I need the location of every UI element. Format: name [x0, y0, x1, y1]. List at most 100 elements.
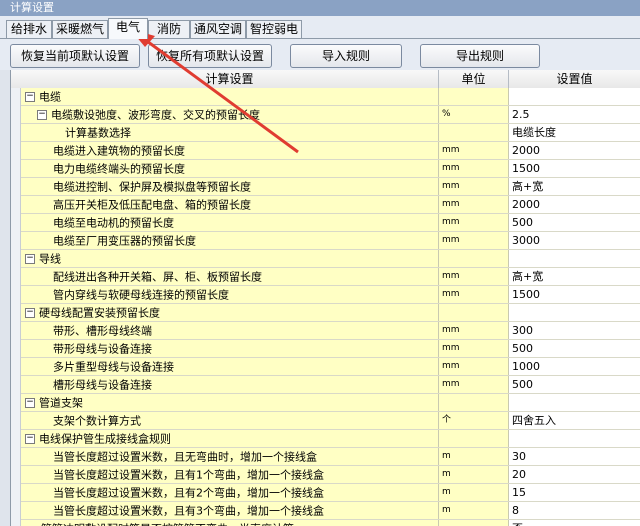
setting-name-cell[interactable]: − 硬母线配置安装预留长度 — [21, 304, 439, 321]
setting-row[interactable]: 电力电缆终端头的预留长度 mm 1500 — [11, 160, 640, 178]
setting-name-cell[interactable]: 带形、槽形母线终端 — [21, 322, 439, 339]
collapse-icon[interactable]: − — [25, 92, 35, 102]
column-header-unit[interactable]: 单位 — [439, 70, 509, 88]
value-cell[interactable] — [509, 88, 640, 105]
setting-name-cell[interactable]: 管管冲明敷设配时符是否按管管不弯曲，半直度计算 — [21, 520, 439, 526]
value-cell[interactable] — [509, 304, 640, 321]
column-header-name[interactable]: 计算设置 — [21, 70, 439, 88]
group-row[interactable]: − 硬母线配置安装预留长度 — [11, 304, 640, 322]
group-row[interactable]: − 电缆敷设弛度、波形弯度、交叉的预留长度% 2.5 — [11, 106, 640, 124]
group-row[interactable]: − 导线 — [11, 250, 640, 268]
row-gutter — [11, 232, 21, 250]
tab-hvac[interactable]: 通风空调 — [190, 20, 246, 38]
value-cell[interactable]: 1500 — [509, 286, 640, 303]
setting-name-label: 多片重型母线与设备连接 — [53, 360, 174, 374]
setting-row[interactable]: 计算基数选择 电缆长度 — [11, 124, 640, 142]
setting-name-cell[interactable]: 当管长度超过设置米数，且无弯曲时，增加一个接线盒 — [21, 448, 439, 465]
tab-strip: 给排水 采暖燃气 电气 消防 通风空调 智控弱电 — [0, 18, 640, 39]
row-gutter — [11, 304, 21, 322]
row-gutter — [11, 376, 21, 394]
setting-row[interactable]: 管内穿线与软硬母线连接的预留长度 mm 1500 — [11, 286, 640, 304]
value-cell[interactable]: 2.5 — [509, 106, 640, 123]
setting-name-cell[interactable]: 电缆进入建筑物的预留长度 — [21, 142, 439, 159]
setting-name-cell[interactable]: 带形母线与设备连接 — [21, 340, 439, 357]
setting-name-cell[interactable]: 计算基数选择 — [21, 124, 439, 141]
setting-name-cell[interactable]: 当管长度超过设置米数，且有1个弯曲，增加一个接线盒 — [21, 466, 439, 483]
value-cell[interactable]: 3000 — [509, 232, 640, 249]
value-cell[interactable] — [509, 394, 640, 411]
value-cell[interactable]: 1000 — [509, 358, 640, 375]
setting-row[interactable]: 电缆进控制、保护屏及模拟盘等预留长度 mm 高+宽 — [11, 178, 640, 196]
tab-water[interactable]: 给排水 — [6, 20, 52, 38]
setting-name-cell[interactable]: 支架个数计算方式 — [21, 412, 439, 429]
setting-row[interactable]: 多片重型母线与设备连接 mm 1000 — [11, 358, 640, 376]
value-cell[interactable]: 8 — [509, 502, 640, 519]
setting-row[interactable]: 带形、槽形母线终端 mm 300 — [11, 322, 640, 340]
setting-name-cell[interactable]: 电力电缆终端头的预留长度 — [21, 160, 439, 177]
value-cell[interactable]: 电缆长度 — [509, 124, 640, 141]
setting-name-cell[interactable]: − 导线 — [21, 250, 439, 267]
export-rules-button[interactable]: 导出规则 — [420, 44, 540, 68]
setting-row[interactable]: 电缆至电动机的预留长度 mm 500 — [11, 214, 640, 232]
setting-row[interactable]: 槽形母线与设备连接 mm 500 — [11, 376, 640, 394]
setting-row[interactable]: 当管长度超过设置米数，且无弯曲时，增加一个接线盒 m 30 — [11, 448, 640, 466]
setting-name-cell[interactable]: − 电缆 — [21, 88, 439, 105]
setting-name-cell[interactable]: 电缆进控制、保护屏及模拟盘等预留长度 — [21, 178, 439, 195]
value-cell[interactable]: 500 — [509, 214, 640, 231]
setting-row[interactable]: 配线进出各种开关箱、屏、柜、板预留长度 mm 高+宽 — [11, 268, 640, 286]
collapse-icon[interactable]: − — [25, 398, 35, 408]
value-cell[interactable]: 1500 — [509, 160, 640, 177]
value-cell[interactable]: 30 — [509, 448, 640, 465]
group-row[interactable]: − 管道支架 — [11, 394, 640, 412]
setting-name-cell[interactable]: 当管长度超过设置米数，且有2个弯曲，增加一个接线盒 — [21, 484, 439, 501]
collapse-icon[interactable]: − — [25, 308, 35, 318]
collapse-icon[interactable]: − — [37, 110, 47, 120]
tab-smart-control[interactable]: 智控弱电 — [246, 20, 302, 38]
setting-row[interactable]: 带形母线与设备连接 mm 500 — [11, 340, 640, 358]
setting-name-cell[interactable]: 电缆至电动机的预留长度 — [21, 214, 439, 231]
setting-row[interactable]: 支架个数计算方式 个四舍五入 — [11, 412, 640, 430]
group-row[interactable]: − 电缆 — [11, 88, 640, 106]
restore-current-button[interactable]: 恢复当前项默认设置 — [10, 44, 140, 68]
import-rules-button[interactable]: 导入规则 — [290, 44, 402, 68]
value-cell[interactable]: 500 — [509, 340, 640, 357]
collapse-icon[interactable]: − — [25, 434, 35, 444]
restore-all-button[interactable]: 恢复所有项默认设置 — [148, 44, 272, 68]
setting-name-cell[interactable]: 配线进出各种开关箱、屏、柜、板预留长度 — [21, 268, 439, 285]
value-cell[interactable]: 15 — [509, 484, 640, 501]
value-cell[interactable]: 20 — [509, 466, 640, 483]
value-cell[interactable]: 2000 — [509, 142, 640, 159]
setting-row[interactable]: 当管长度超过设置米数，且有1个弯曲，增加一个接线盒 m 20 — [11, 466, 640, 484]
setting-row[interactable]: 当管长度超过设置米数，且有3个弯曲，增加一个接线盒 m 8 — [11, 502, 640, 520]
setting-name-label: 当管长度超过设置米数，且有1个弯曲，增加一个接线盒 — [53, 468, 324, 482]
setting-name-cell[interactable]: 当管长度超过设置米数，且有3个弯曲，增加一个接线盒 — [21, 502, 439, 519]
value-cell[interactable]: 高+宽 — [509, 268, 640, 285]
setting-name-cell[interactable]: − 电线保护管生成接线盒规则 — [21, 430, 439, 447]
value-cell[interactable] — [509, 250, 640, 267]
setting-name-cell[interactable]: − 管道支架 — [21, 394, 439, 411]
setting-name-cell[interactable]: 管内穿线与软硬母线连接的预留长度 — [21, 286, 439, 303]
tab-fire[interactable]: 消防 — [148, 20, 190, 38]
setting-name-cell[interactable]: 槽形母线与设备连接 — [21, 376, 439, 393]
value-cell[interactable]: 2000 — [509, 196, 640, 213]
collapse-icon[interactable]: − — [25, 254, 35, 264]
setting-name-cell[interactable]: 多片重型母线与设备连接 — [21, 358, 439, 375]
tab-electrical[interactable]: 电气 — [108, 18, 148, 39]
tab-heating-gas[interactable]: 采暖燃气 — [52, 20, 108, 38]
value-cell[interactable]: 500 — [509, 376, 640, 393]
setting-row[interactable]: 电缆至厂用变压器的预留长度 mm 3000 — [11, 232, 640, 250]
setting-row[interactable]: 当管长度超过设置米数，且有2个弯曲，增加一个接线盒 m 15 — [11, 484, 640, 502]
value-cell[interactable]: 否 — [509, 520, 640, 526]
group-row[interactable]: − 电线保护管生成接线盒规则 — [11, 430, 640, 448]
setting-name-cell[interactable]: 电缆至厂用变压器的预留长度 — [21, 232, 439, 249]
setting-row[interactable]: 管管冲明敷设配时符是否按管管不弯曲，半直度计算 否 — [11, 520, 640, 526]
setting-row[interactable]: 高压开关柜及低压配电盘、箱的预留长度 mm 2000 — [11, 196, 640, 214]
value-cell[interactable]: 300 — [509, 322, 640, 339]
value-cell[interactable] — [509, 430, 640, 447]
value-cell[interactable]: 四舍五入 — [509, 412, 640, 429]
value-cell[interactable]: 高+宽 — [509, 178, 640, 195]
column-header-value[interactable]: 设置值 — [509, 70, 640, 88]
setting-name-cell[interactable]: 高压开关柜及低压配电盘、箱的预留长度 — [21, 196, 439, 213]
setting-name-cell[interactable]: − 电缆敷设弛度、波形弯度、交叉的预留长度 — [21, 106, 439, 123]
setting-row[interactable]: 电缆进入建筑物的预留长度 mm 2000 — [11, 142, 640, 160]
